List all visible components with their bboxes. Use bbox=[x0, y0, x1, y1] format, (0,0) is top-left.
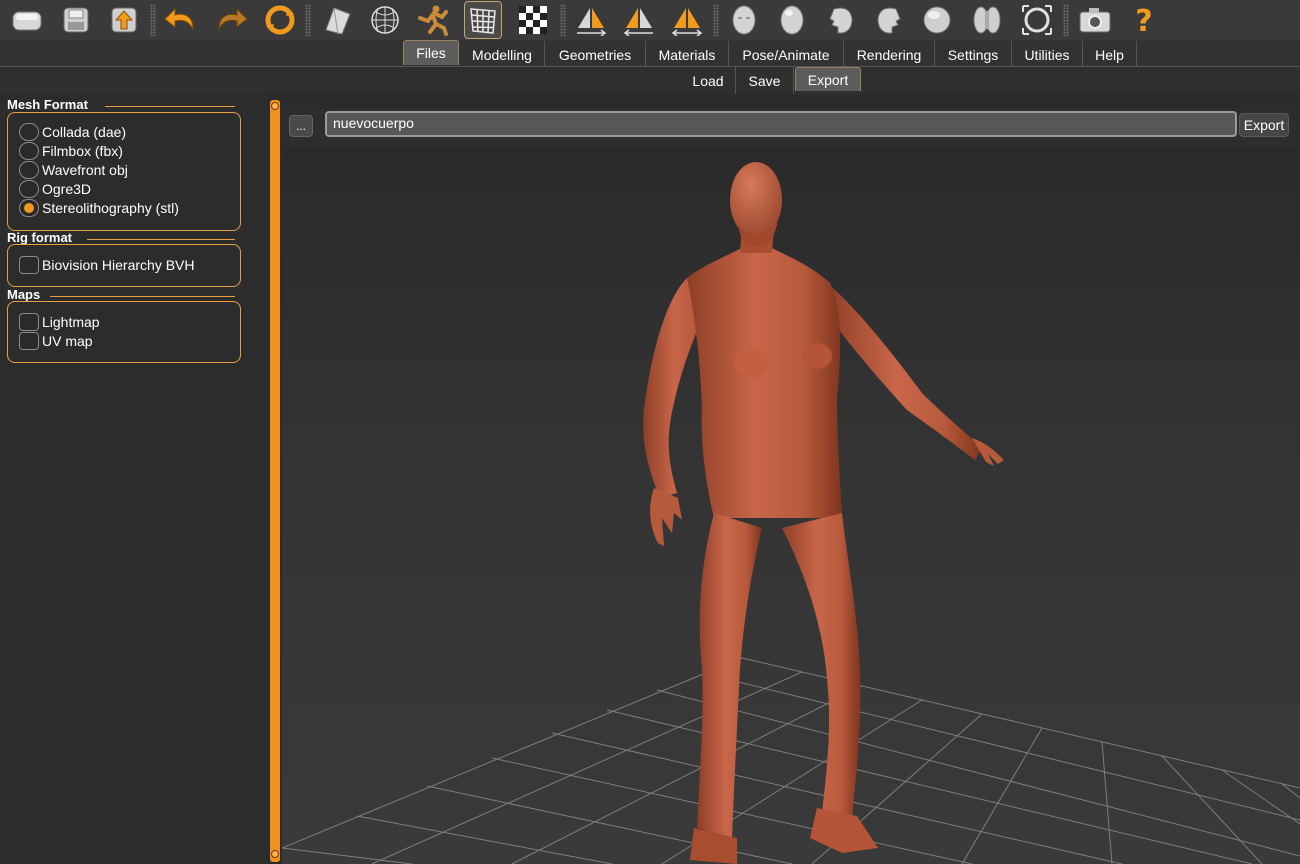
help-icon[interactable]: ? bbox=[1125, 1, 1163, 39]
option-uv-map[interactable]: UV map bbox=[19, 331, 93, 350]
option-ogre3d[interactable]: Ogre3D bbox=[19, 179, 91, 198]
tab-modelling[interactable]: Modelling bbox=[460, 41, 545, 68]
scroll-cap-bottom[interactable] bbox=[271, 850, 279, 858]
pose-icon[interactable] bbox=[414, 1, 452, 39]
option-label: Stereolithography (stl) bbox=[42, 199, 179, 216]
toolbar-separator bbox=[560, 4, 566, 36]
tab-settings[interactable]: Settings bbox=[935, 41, 1012, 68]
radio-button[interactable] bbox=[19, 179, 39, 198]
tab-files[interactable]: Files bbox=[403, 40, 459, 65]
reset-camera-icon[interactable] bbox=[1018, 1, 1056, 39]
option-label: Collada (dae) bbox=[42, 123, 127, 140]
symmetry-left-icon[interactable] bbox=[620, 1, 658, 39]
checkbox[interactable] bbox=[19, 312, 39, 331]
checkbox[interactable] bbox=[19, 255, 39, 274]
back-view-icon[interactable] bbox=[773, 1, 811, 39]
export-options-panel: Mesh Format Collada (dae) Filmbox (fbx) … bbox=[0, 94, 268, 864]
toolbar-separator bbox=[1063, 4, 1069, 36]
redo-icon[interactable] bbox=[212, 1, 250, 39]
toolbar-separator bbox=[713, 4, 719, 36]
left-view-icon[interactable] bbox=[822, 1, 860, 39]
option-label: Filmbox (fbx) bbox=[42, 142, 123, 159]
sub-menu: Load Save Export bbox=[0, 67, 1300, 94]
radio-button[interactable] bbox=[19, 141, 39, 160]
toolbar-separator bbox=[305, 4, 311, 36]
bottom-view-icon[interactable] bbox=[968, 1, 1006, 39]
grid-icon[interactable] bbox=[464, 1, 502, 39]
group-divider bbox=[105, 106, 235, 107]
3d-viewport[interactable] bbox=[282, 148, 1300, 864]
export-button[interactable]: Export bbox=[1239, 113, 1289, 137]
group-divider bbox=[87, 239, 235, 240]
option-collada[interactable]: Collada (dae) bbox=[19, 122, 126, 141]
undo-icon[interactable] bbox=[162, 1, 200, 39]
option-label: Wavefront obj bbox=[42, 161, 128, 178]
option-label: Ogre3D bbox=[42, 180, 92, 197]
viewport-scene bbox=[282, 162, 1300, 864]
tab-materials[interactable]: Materials bbox=[646, 41, 729, 68]
rig-format-title: Rig format bbox=[7, 230, 72, 245]
tab-pose-animate[interactable]: Pose/Animate bbox=[729, 41, 844, 68]
screenshot-icon[interactable] bbox=[1076, 1, 1114, 39]
file-bar: ... nuevocuerpo Export bbox=[282, 108, 1300, 146]
subtab-load[interactable]: Load bbox=[681, 67, 736, 94]
checker-icon[interactable] bbox=[514, 1, 552, 39]
wireframe-icon[interactable] bbox=[366, 1, 404, 39]
checkbox[interactable] bbox=[19, 331, 39, 350]
option-lightmap[interactable]: Lightmap bbox=[19, 312, 100, 331]
tab-rendering[interactable]: Rendering bbox=[844, 41, 935, 68]
top-view-icon[interactable] bbox=[918, 1, 956, 39]
option-label: Biovision Hierarchy BVH bbox=[42, 256, 195, 273]
load-icon[interactable] bbox=[105, 1, 143, 39]
main-menu: Files Modelling Geometries Materials Pos… bbox=[0, 40, 1300, 68]
filename-input[interactable]: nuevocuerpo bbox=[325, 111, 1237, 137]
option-label: Lightmap bbox=[42, 313, 100, 330]
svg-text:?: ? bbox=[1135, 4, 1152, 37]
symmetry-both-icon[interactable] bbox=[668, 1, 706, 39]
save-icon[interactable] bbox=[57, 1, 95, 39]
reset-icon[interactable] bbox=[261, 1, 299, 39]
tab-help[interactable]: Help bbox=[1083, 41, 1137, 68]
floor-grid bbox=[282, 657, 1300, 864]
smooth-icon[interactable] bbox=[318, 1, 356, 39]
option-filmbox[interactable]: Filmbox (fbx) bbox=[19, 141, 123, 160]
subtab-export[interactable]: Export bbox=[795, 67, 861, 91]
symmetry-right-icon[interactable] bbox=[572, 1, 610, 39]
group-divider bbox=[50, 296, 235, 297]
scroll-cap-top[interactable] bbox=[271, 102, 279, 110]
radio-button[interactable] bbox=[19, 160, 39, 179]
option-stereolithography[interactable]: Stereolithography (stl) bbox=[19, 198, 179, 217]
maps-title: Maps bbox=[7, 287, 41, 302]
mesh-format-title: Mesh Format bbox=[7, 97, 88, 112]
option-label: UV map bbox=[42, 332, 93, 349]
right-view-icon[interactable] bbox=[870, 1, 908, 39]
radio-button-selected[interactable] bbox=[19, 198, 39, 217]
human-model bbox=[643, 162, 1004, 864]
front-view-icon[interactable] bbox=[725, 1, 763, 39]
option-wavefront[interactable]: Wavefront obj bbox=[19, 160, 128, 179]
tab-geometries[interactable]: Geometries bbox=[545, 41, 646, 68]
browse-button[interactable]: ... bbox=[289, 115, 313, 137]
new-file-icon[interactable] bbox=[8, 1, 46, 39]
subtab-save[interactable]: Save bbox=[736, 67, 794, 94]
toolbar-separator bbox=[150, 4, 156, 36]
panel-scrollbar[interactable] bbox=[270, 100, 280, 862]
option-bvh[interactable]: Biovision Hierarchy BVH bbox=[19, 255, 195, 274]
toolbar: ? bbox=[0, 0, 1300, 40]
tab-utilities[interactable]: Utilities bbox=[1012, 41, 1083, 68]
radio-button[interactable] bbox=[19, 122, 39, 141]
